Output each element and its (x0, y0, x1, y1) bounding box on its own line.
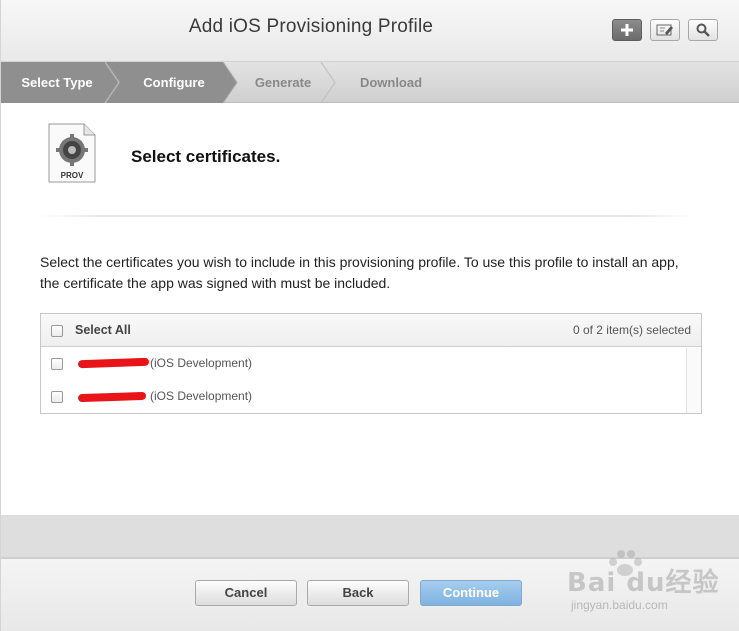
select-all-checkbox[interactable] (51, 325, 63, 337)
table-header: Select All 0 of 2 item(s) selected (41, 314, 701, 347)
certificate-label: (iOS Development) (150, 356, 253, 370)
continue-button[interactable]: Continue (420, 580, 522, 606)
step-download: Download (359, 75, 423, 90)
cancel-button[interactable]: Cancel (195, 580, 297, 606)
page-title: Add iOS Provisioning Profile (188, 16, 434, 37)
certificate-checkbox[interactable] (51, 358, 63, 370)
add-button[interactable] (612, 19, 642, 41)
edit-button[interactable] (650, 19, 680, 41)
section-title: Select certificates. (131, 147, 281, 166)
watermark: Bai du经验 jingyan.baidu.com (561, 548, 731, 618)
back-button[interactable]: Back (307, 580, 409, 606)
app-window: Add iOS Provisioning Profile Select Type… (0, 0, 739, 631)
header-bar: Add iOS Provisioning Profile (1, 0, 739, 62)
search-button[interactable] (688, 19, 718, 41)
table-row[interactable]: (iOS Development) (41, 347, 701, 380)
redaction-mark (77, 391, 147, 403)
step-select-type: Select Type (21, 75, 93, 90)
provisioning-profile-icon: PROV (48, 123, 96, 183)
pencil-icon (656, 24, 673, 36)
prov-icon-caption: PROV (61, 171, 84, 180)
step-progress-bar: Select Type Configure Generate Download (1, 62, 739, 103)
content-pane: PROV Select certificates. Select the cer… (1, 103, 739, 515)
certificates-table: Select All 0 of 2 item(s) selected (iOS … (40, 313, 702, 414)
plus-icon (621, 24, 633, 36)
search-icon (696, 23, 710, 37)
selected-count: 0 of 2 item(s) selected (572, 323, 691, 337)
step-configure: Configure (143, 75, 205, 90)
certificate-checkbox[interactable] (51, 391, 63, 403)
watermark-text: Bai du经验 (567, 568, 720, 598)
table-row[interactable]: (iOS Development) (41, 380, 701, 413)
divider (39, 215, 694, 217)
certificate-label: (iOS Development) (150, 389, 253, 403)
step-generate: Generate (254, 75, 312, 90)
scrollbar[interactable] (686, 348, 701, 413)
redaction-mark (77, 357, 150, 369)
watermark-url: jingyan.baidu.com (571, 598, 668, 612)
instructions-text: Select the certificates you wish to incl… (40, 254, 679, 291)
select-all-label[interactable]: Select All (75, 323, 131, 337)
